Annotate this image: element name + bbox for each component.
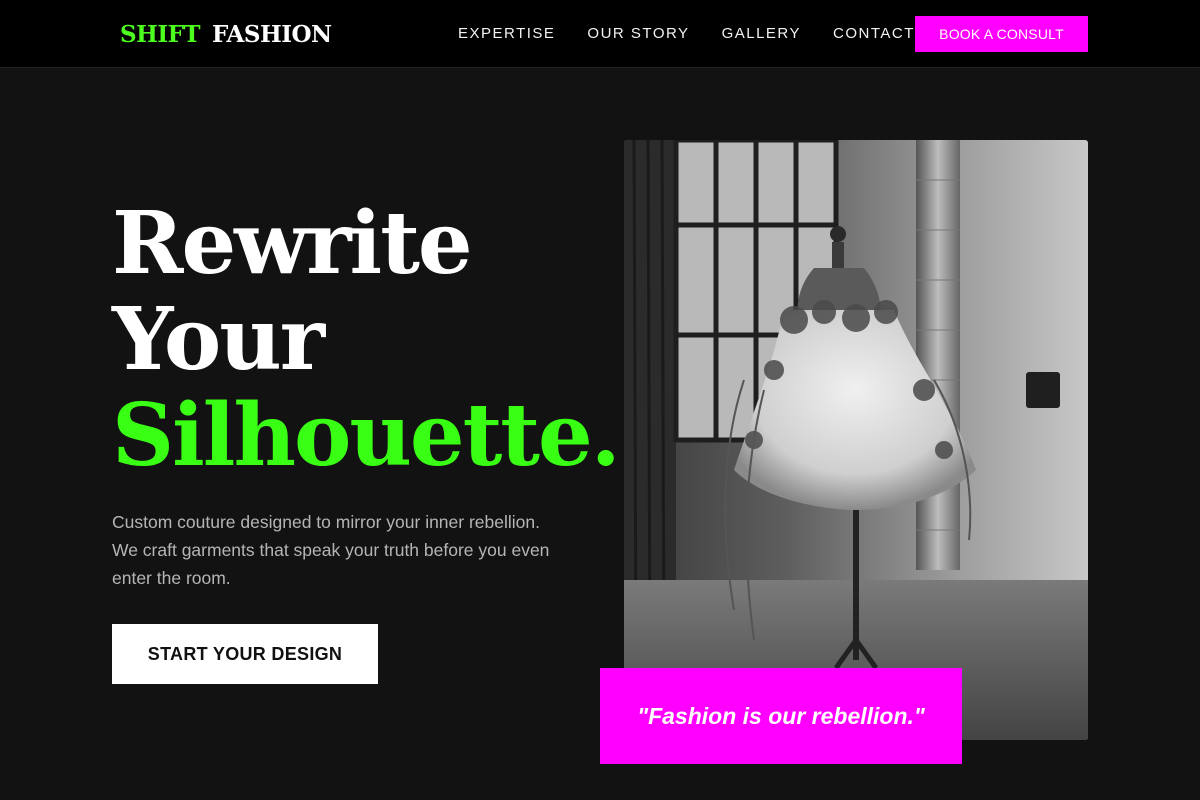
headline-line-1: Rewrite <box>112 193 473 294</box>
nav-item-contact[interactable]: CONTACT <box>833 22 915 46</box>
headline-accent: Silhouette. <box>112 385 621 486</box>
hero-headline: Rewrite Your Silhouette. <box>112 193 621 486</box>
nav-item-our-story[interactable]: OUR STORY <box>587 22 689 46</box>
top-nav: SHIFT FASHION EXPERTISE OUR STORY GALLERY… <box>0 0 1200 68</box>
headline-line-2: Your <box>112 289 325 390</box>
quote-text: "Fashion is our rebellion." <box>637 702 925 729</box>
brand-logo[interactable]: SHIFT FASHION <box>120 20 332 50</box>
nav-item-gallery[interactable]: GALLERY <box>722 22 801 46</box>
nav-menu: EXPERTISE OUR STORY GALLERY CONTACT <box>458 22 947 46</box>
nav-item-expertise[interactable]: EXPERTISE <box>458 22 555 46</box>
hero-subtext: Custom couture designed to mirror your i… <box>112 512 550 588</box>
start-design-button[interactable]: START YOUR DESIGN <box>112 624 378 684</box>
dress-form-illustration <box>624 140 1088 740</box>
brand-name-part2: FASHION <box>212 21 332 48</box>
book-consult-button[interactable]: BOOK A CONSULT <box>915 16 1088 52</box>
brand-name-part1: SHIFT <box>120 21 201 48</box>
hero-photo-dress-form <box>624 140 1088 740</box>
quote-box: "Fashion is our rebellion." <box>600 668 962 764</box>
